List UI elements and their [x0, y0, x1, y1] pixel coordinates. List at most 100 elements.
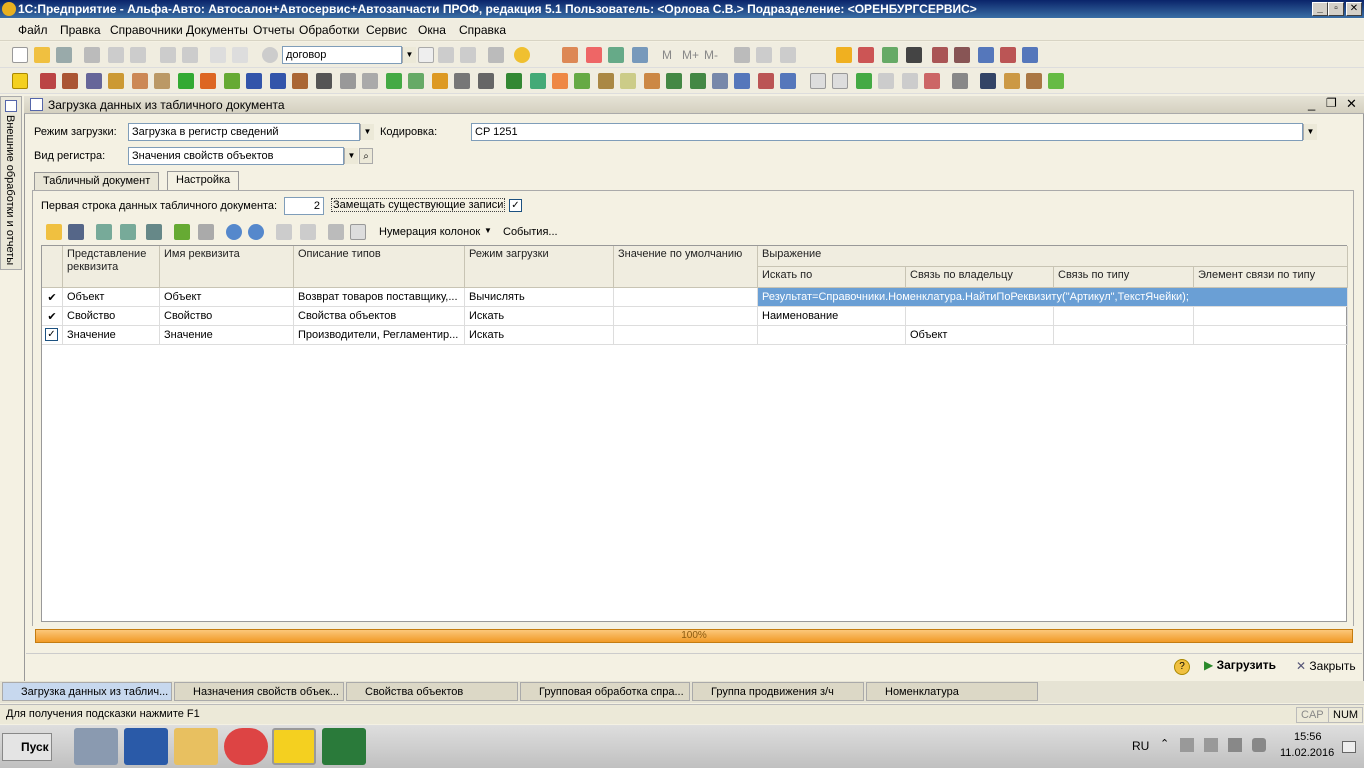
- row2-type-link[interactable]: [1054, 307, 1194, 326]
- clock-date[interactable]: 11.02.2016: [1280, 747, 1334, 759]
- tab-settings[interactable]: Настройка: [167, 171, 240, 190]
- row3-type-link[interactable]: [1054, 326, 1194, 345]
- row2-check[interactable]: ✔: [42, 307, 63, 326]
- devices-icon[interactable]: [1204, 738, 1218, 752]
- network-icon[interactable]: [1228, 738, 1242, 752]
- check-all-icon[interactable]: [328, 224, 344, 240]
- tray-expand-icon[interactable]: ⌃: [1160, 737, 1169, 750]
- row3-representation[interactable]: Значение: [63, 326, 160, 345]
- car-icon[interactable]: [858, 47, 874, 63]
- add-doc-icon[interactable]: [902, 73, 918, 89]
- table-icon[interactable]: [756, 47, 772, 63]
- logo-1c-icon[interactable]: [12, 73, 28, 89]
- menu-processing[interactable]: Обработки: [299, 23, 359, 37]
- encoding-dropdown-button[interactable]: ▼: [1303, 124, 1317, 140]
- maximize-button[interactable]: ▫: [1328, 2, 1344, 16]
- wrench-icon[interactable]: [932, 47, 948, 63]
- menu-catalogs[interactable]: Справочники: [110, 23, 183, 37]
- task-group-processing[interactable]: Групповая обработка спра...: [520, 682, 690, 701]
- row3-default[interactable]: [614, 326, 758, 345]
- form-minimize-button[interactable]: _: [1308, 96, 1315, 111]
- numbers-icon[interactable]: [878, 73, 894, 89]
- row3-name[interactable]: Значение: [160, 326, 294, 345]
- exchange-icon[interactable]: [666, 73, 682, 89]
- column-numbering-dropdown[interactable]: ▼: [484, 226, 492, 235]
- lines-icon[interactable]: [478, 73, 494, 89]
- search-input[interactable]: договор: [282, 46, 402, 64]
- explorer-icon[interactable]: [174, 728, 218, 765]
- register-search-icon[interactable]: ⌕: [359, 148, 373, 164]
- external-processing-panel[interactable]: Внешние обработки и отчеты: [0, 96, 22, 270]
- windows-icon[interactable]: [488, 47, 504, 63]
- export-icon[interactable]: [120, 224, 136, 240]
- sort-asc-icon[interactable]: [276, 224, 292, 240]
- replace-checkbox[interactable]: ✓: [509, 199, 522, 212]
- money-icon[interactable]: [882, 47, 898, 63]
- task-load-data[interactable]: Загрузка данных из таблич...: [2, 682, 172, 701]
- encoding-select[interactable]: CP 1251: [471, 123, 1303, 141]
- row3-check[interactable]: ✓: [42, 326, 63, 345]
- org-icon[interactable]: [292, 73, 308, 89]
- staff-icon[interactable]: [246, 73, 262, 89]
- attributes-grid[interactable]: Представление реквизита Имя реквизита Оп…: [41, 245, 1348, 622]
- task-object-properties[interactable]: Свойства объектов: [346, 682, 518, 701]
- find-next-icon[interactable]: [438, 47, 454, 63]
- register-select[interactable]: Значения свойств объектов: [128, 147, 344, 165]
- events-button[interactable]: События...: [503, 226, 558, 238]
- coins-icon[interactable]: [108, 73, 124, 89]
- search-clear-icon[interactable]: [418, 47, 434, 63]
- pin-icon[interactable]: [906, 47, 922, 63]
- users-icon[interactable]: [608, 47, 624, 63]
- row3-search-by[interactable]: [758, 326, 906, 345]
- task-promotion-group[interactable]: Группа продвижения з/ч: [692, 682, 864, 701]
- transfer2-icon[interactable]: [690, 73, 706, 89]
- chrome-icon[interactable]: [224, 728, 268, 765]
- arrows-icon[interactable]: [530, 73, 546, 89]
- language-indicator[interactable]: RU: [1132, 739, 1149, 753]
- menu-reports[interactable]: Отчеты: [253, 23, 294, 37]
- first-row-input[interactable]: 2: [284, 197, 324, 215]
- flag-icon[interactable]: [1180, 738, 1194, 752]
- copy-icon[interactable]: [108, 47, 124, 63]
- task-nomenclature[interactable]: Номенклатура: [866, 682, 1038, 701]
- row2-type-link-element[interactable]: [1194, 307, 1348, 326]
- form-restore-button[interactable]: ❐: [1326, 96, 1337, 110]
- cut-icon[interactable]: [84, 47, 100, 63]
- move-down-icon[interactable]: [248, 224, 264, 240]
- load-button[interactable]: ▶ Загрузить: [1204, 658, 1276, 676]
- powershell-icon[interactable]: [124, 728, 168, 765]
- row1-default[interactable]: [614, 288, 758, 307]
- menu-file[interactable]: Файл: [18, 23, 48, 37]
- onec-app-icon[interactable]: [272, 728, 316, 765]
- invoice-out-icon[interactable]: [758, 73, 774, 89]
- barchart-icon[interactable]: [856, 73, 872, 89]
- menu-windows[interactable]: Окна: [418, 23, 446, 37]
- edit-icon[interactable]: [174, 224, 190, 240]
- header-expression[interactable]: Выражение: [758, 246, 1348, 267]
- header-type-link[interactable]: Связь по типу: [1054, 267, 1194, 288]
- search-icon[interactable]: [262, 47, 278, 63]
- list-icon[interactable]: [340, 73, 356, 89]
- info-icon[interactable]: [514, 47, 530, 63]
- bars-icon[interactable]: [506, 73, 522, 89]
- move-up-icon[interactable]: [226, 224, 242, 240]
- row2-default[interactable]: [614, 307, 758, 326]
- row1-name[interactable]: Объект: [160, 288, 294, 307]
- graph-icon[interactable]: [432, 73, 448, 89]
- save-icon[interactable]: [56, 47, 72, 63]
- close-form-button[interactable]: ✕ Закрыть: [1296, 659, 1356, 677]
- panel-pin-icon[interactable]: [5, 100, 17, 112]
- new-doc-icon[interactable]: [12, 47, 28, 63]
- paste-icon[interactable]: [130, 47, 146, 63]
- memory-m[interactable]: М: [662, 48, 672, 62]
- header-types[interactable]: Описание типов: [294, 246, 465, 288]
- form-close-button[interactable]: ✕: [1346, 96, 1357, 112]
- row1-types[interactable]: Возврат товаров поставщику,...: [294, 288, 465, 307]
- row3-types[interactable]: Производители, Регламентир...: [294, 326, 465, 345]
- close-button[interactable]: ✕: [1346, 2, 1362, 16]
- house-icon[interactable]: [40, 73, 56, 89]
- row1-expression[interactable]: Результат=Справочники.Номенклатура.Найти…: [758, 288, 1348, 307]
- rko-icon[interactable]: [598, 73, 614, 89]
- header-name[interactable]: Имя реквизита: [160, 246, 294, 288]
- column-numbering-button[interactable]: Нумерация колонок: [379, 226, 480, 238]
